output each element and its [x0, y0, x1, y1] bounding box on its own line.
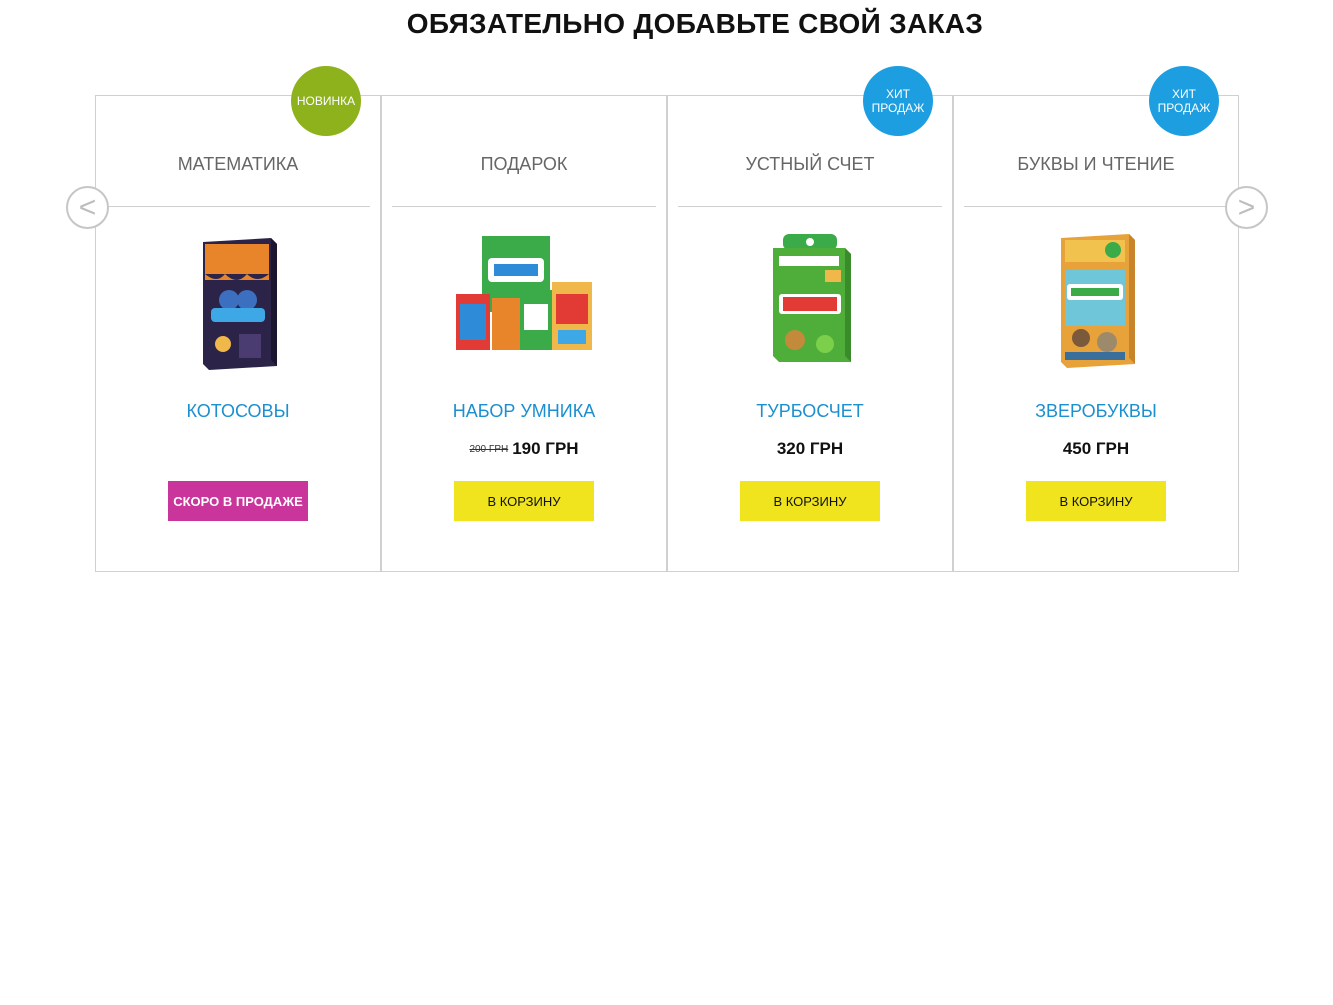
price: 190 ГРН	[512, 439, 579, 458]
product-category: БУКВЫ И ЧТЕНИЕ	[1017, 154, 1175, 174]
carousel-next-button[interactable]: >	[1225, 186, 1268, 229]
product-card-nabor-umnika: ПОДАРОК НАБОР УМНИКА 200 ГРН 190 ГРН В КО…	[381, 95, 667, 572]
new-badge: НОВИНКА	[291, 66, 361, 136]
coming-soon-button[interactable]: СКОРО В ПРОДАЖЕ	[168, 481, 308, 521]
product-image-kotosovy[interactable]	[96, 234, 380, 374]
add-to-cart-button[interactable]: В КОРЗИНУ	[1026, 481, 1166, 521]
product-name[interactable]: ТУРБОСЧЕТ	[668, 401, 952, 422]
product-image-zverobukvy[interactable]	[954, 234, 1238, 374]
price: 320 ГРН	[776, 439, 844, 458]
product-name[interactable]: КОТОСОВЫ	[96, 401, 380, 422]
price-row: 450 ГРН	[954, 439, 1238, 459]
product-category: ПОДАРОК	[480, 154, 568, 174]
product-category: МАТЕМАТИКА	[177, 154, 299, 174]
product-category: УСТНЫЙ СЧЕТ	[745, 154, 875, 174]
price: 450 ГРН	[1062, 439, 1130, 458]
product-card-kotosovy: НОВИНКА МАТЕМАТИКА КОТОСОВЫ СКОРО В ПРОД…	[95, 66, 381, 572]
bestseller-badge: ХИТ ПРОДАЖ	[863, 66, 933, 136]
add-to-cart-button[interactable]: В КОРЗИНУ	[454, 481, 594, 521]
divider	[106, 206, 370, 207]
bestseller-badge: ХИТ ПРОДАЖ	[1149, 66, 1219, 136]
page-title: ОБЯЗАТЕЛЬНО ДОБАВЬТЕ СВОЙ ЗАКАЗ	[406, 8, 984, 39]
old-price: 200 ГРН	[469, 444, 509, 455]
carousel-prev-button[interactable]: <	[66, 186, 109, 229]
product-image-turboschet[interactable]	[668, 234, 952, 374]
divider	[964, 206, 1228, 207]
product-carousel: НОВИНКА МАТЕМАТИКА КОТОСОВЫ СКОРО В ПРОД…	[95, 66, 1239, 572]
product-name[interactable]: НАБОР УМНИКА	[382, 401, 666, 422]
divider	[392, 206, 656, 207]
price-row: 200 ГРН 190 ГРН	[382, 439, 666, 459]
price-row: 320 ГРН	[668, 439, 952, 459]
product-image-nabor-umnika[interactable]	[382, 234, 666, 374]
divider	[678, 206, 942, 207]
add-to-cart-button[interactable]: В КОРЗИНУ	[740, 481, 880, 521]
product-card-turboschet: ХИТ ПРОДАЖ УСТНЫЙ СЧЕТ ТУРБОСЧЕТ 320 ГРН…	[667, 66, 953, 572]
product-card-zverobukvy: ХИТ ПРОДАЖ БУКВЫ И ЧТЕНИЕ ЗВЕРОБУКВЫ 450…	[953, 66, 1239, 572]
product-name[interactable]: ЗВЕРОБУКВЫ	[954, 401, 1238, 422]
